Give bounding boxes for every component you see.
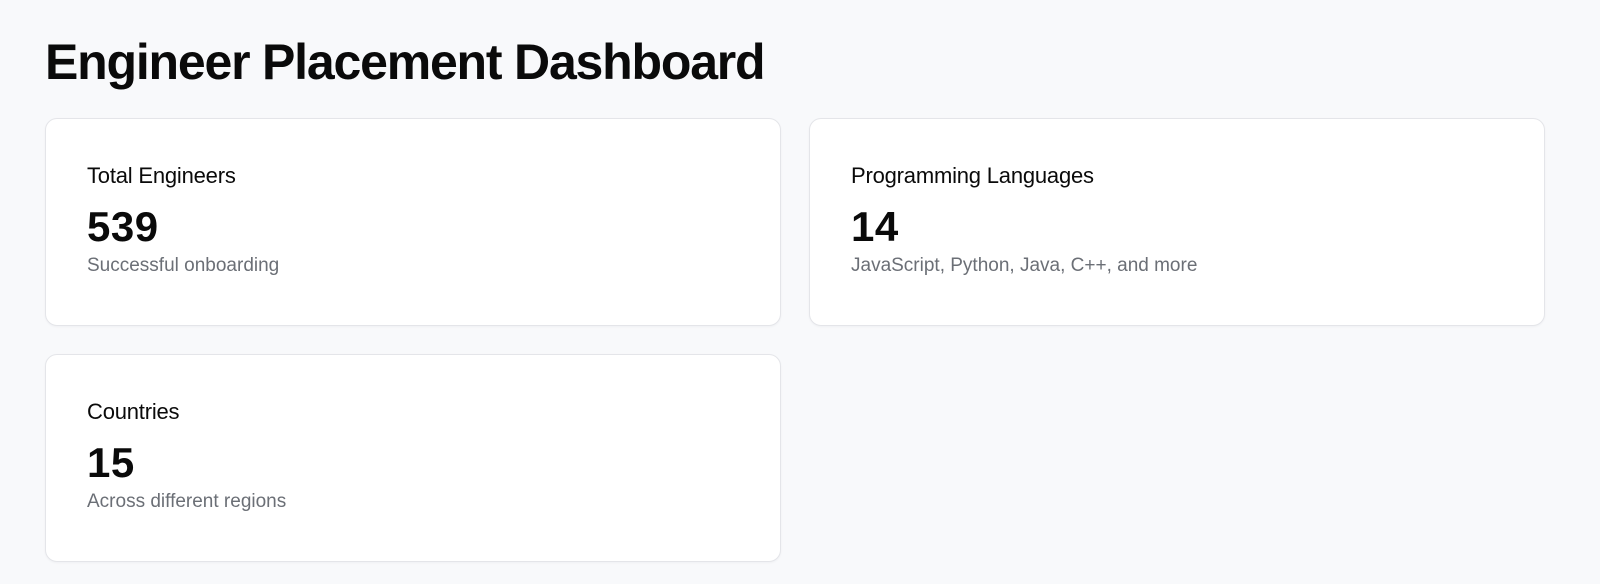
stat-card-value: 539 (87, 203, 159, 250)
stat-card-countries: Countries 15 Across different regions (45, 354, 781, 562)
stat-card-value: 14 (851, 203, 899, 250)
stat-card-title: Programming Languages (851, 163, 1094, 188)
stat-card-description: JavaScript, Python, Java, C++, and more (851, 255, 1198, 276)
page-title: Engineer Placement Dashboard (45, 34, 766, 90)
stat-card-total-engineers: Total Engineers 539 Successful onboardin… (45, 118, 781, 326)
stat-card-title: Countries (87, 399, 180, 424)
stat-card-programming-languages: Programming Languages 14 JavaScript, Pyt… (809, 118, 1545, 326)
dashboard-page: Engineer Placement Dashboard Total Engin… (0, 0, 1600, 584)
stat-card-value: 15 (87, 439, 135, 486)
stat-card-description: Across different regions (87, 491, 287, 512)
stat-card-title: Total Engineers (87, 163, 236, 188)
stat-card-description: Successful onboarding (87, 255, 280, 276)
stats-grid: Total Engineers 539 Successful onboardin… (45, 118, 1555, 562)
